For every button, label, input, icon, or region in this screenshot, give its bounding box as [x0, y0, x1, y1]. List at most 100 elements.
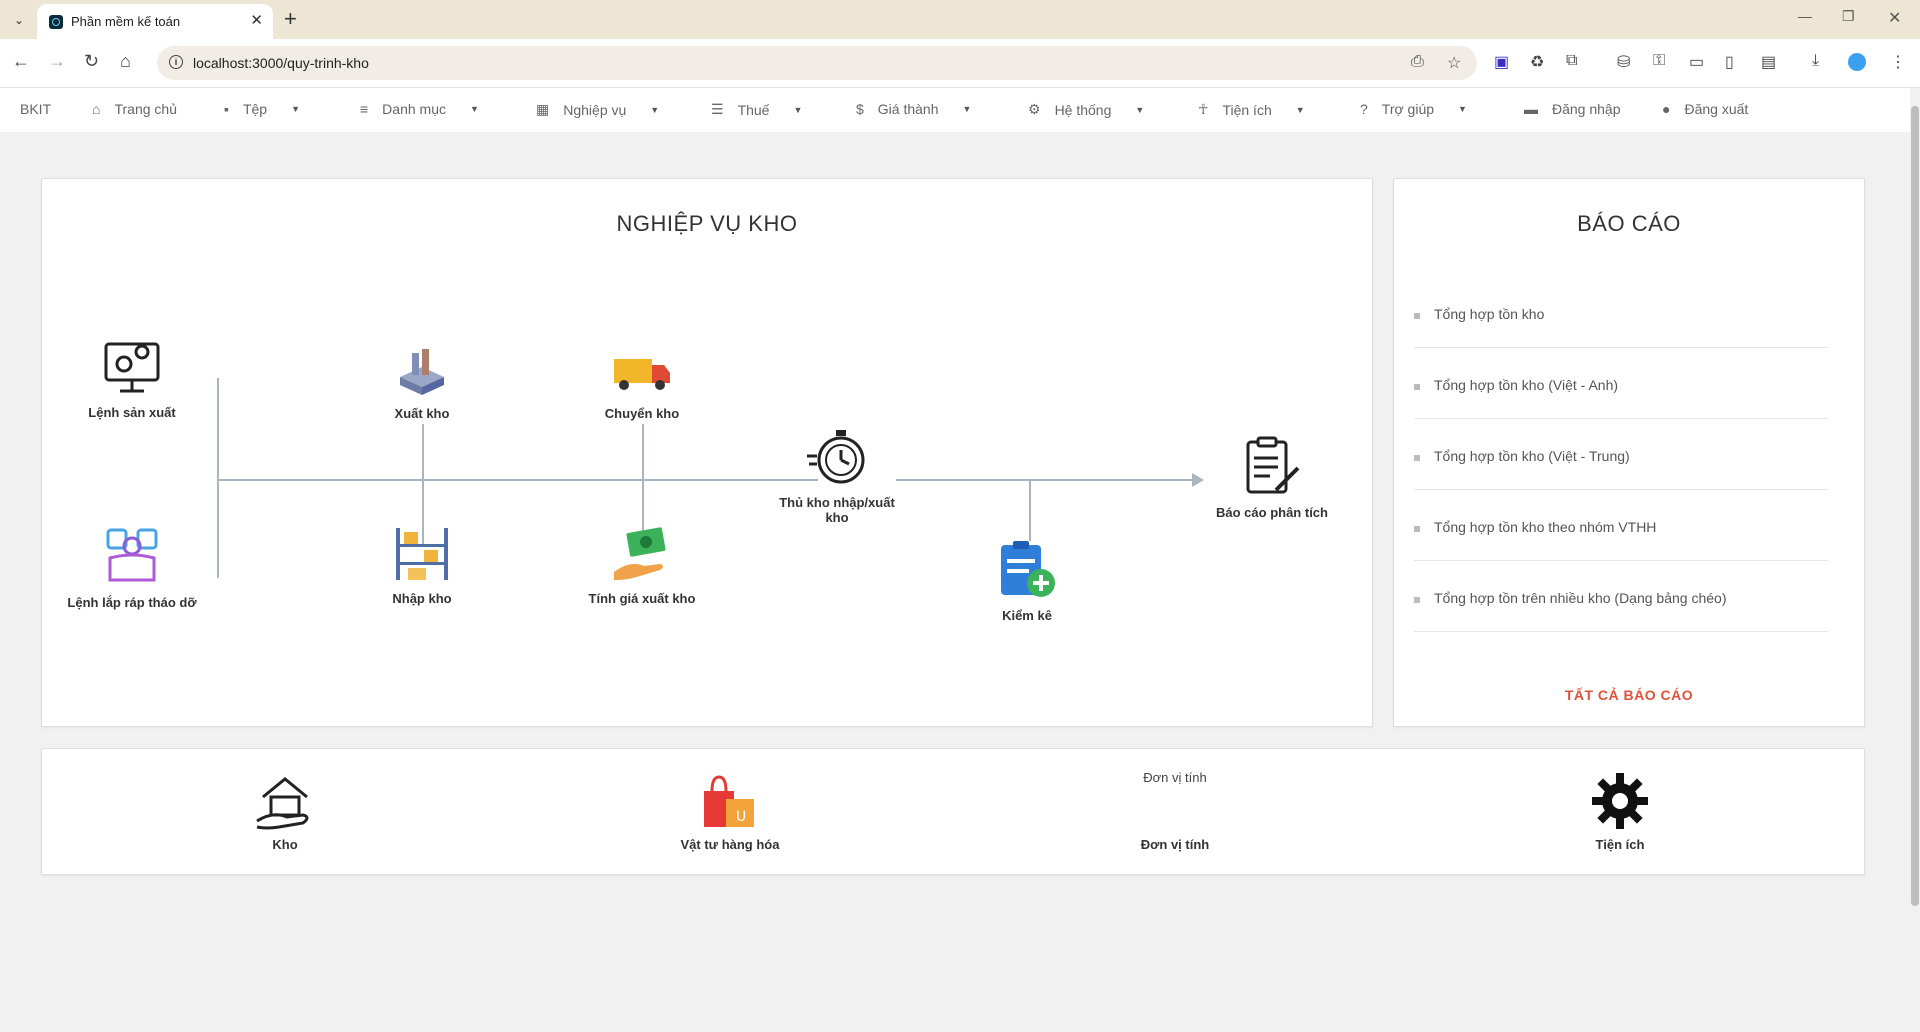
flow-line-check	[1029, 479, 1031, 541]
page-scrollbar[interactable]	[1910, 88, 1920, 1032]
tab-search-chevron-icon[interactable]: ⌄	[8, 9, 30, 31]
dollar-icon: $	[856, 101, 864, 117]
node-transfer[interactable]: Chuyển kho	[582, 347, 702, 421]
caret-down-icon: ▼	[1295, 104, 1305, 115]
gear-icon	[1592, 773, 1648, 829]
url-text: localhost:3000/quy-trinh-kho	[193, 55, 369, 71]
login-icon: ▬	[1524, 101, 1538, 117]
list-bullet-icon	[1414, 313, 1420, 319]
node-pricing[interactable]: Tính giá xuất kho	[572, 524, 712, 606]
quick-access-panel: Kho U Vật tư hàng hóa Đơn vị tính Đơn vị…	[41, 748, 1865, 875]
scrollbar-thumb[interactable]	[1911, 106, 1919, 906]
quick-item-vat-tu[interactable]: U Vật tư hàng hóa	[630, 749, 830, 869]
flow-line-right	[896, 479, 1196, 481]
main-content: NGHIỆP VỤ KHO Lệnh sản xuất Lệnh lắp ráp…	[20, 157, 1884, 1032]
nav-gia-thanh[interactable]: $ Giá thành ▼	[856, 101, 971, 117]
reports-panel: BÁO CÁO Tổng hợp tồn kho Tổng hợp tồn kh…	[1393, 178, 1865, 727]
walk-icon: ☥	[1198, 101, 1209, 117]
restore-icon[interactable]: ❐	[1842, 8, 1855, 25]
reading-mode-icon[interactable]: ▯	[1725, 52, 1734, 72]
node-analysis[interactable]: Báo cáo phân tích	[1212, 434, 1332, 520]
quick-item-kho[interactable]: Kho	[185, 749, 385, 869]
report-item[interactable]: Tổng hợp tồn kho	[1414, 289, 1828, 348]
workflow-title: NGHIỆP VỤ KHO	[616, 211, 798, 236]
all-reports-link[interactable]: TẤT CẢ BÁO CÁO	[1394, 687, 1864, 703]
node-export[interactable]: Xuất kho	[372, 347, 472, 421]
incognito-icon[interactable]: ⛁	[1617, 52, 1630, 72]
side-panel-icon[interactable]: ▤	[1761, 52, 1776, 72]
nav-dang-xuat[interactable]: ● Đăng xuất	[1662, 101, 1748, 117]
nav-he-thong[interactable]: ⚙ Hệ thống ▼	[1028, 101, 1144, 118]
report-item[interactable]: Tổng hợp tồn trên nhiều kho (Dạng bảng c…	[1414, 573, 1828, 632]
warehouse-export-icon	[400, 349, 444, 395]
window-close-icon[interactable]: ✕	[1888, 8, 1901, 28]
report-item[interactable]: Tổng hợp tồn kho (Việt - Trung)	[1414, 431, 1828, 490]
caret-down-icon: ▼	[1458, 104, 1467, 114]
nav-trang-chu[interactable]: ⌂ Trang chủ	[92, 101, 177, 117]
extensions-puzzle-icon[interactable]: ⧉	[1566, 52, 1577, 70]
extension-badge-icon[interactable]: ▣	[1494, 52, 1509, 72]
node-label: Lệnh lắp ráp tháo dỡ	[67, 595, 197, 610]
shopping-bag-icon: U	[704, 775, 754, 827]
flow-line-left-vertical	[217, 378, 219, 578]
nav-label: Thuế	[737, 101, 770, 118]
report-label: Tổng hợp tồn kho (Việt - Trung)	[1434, 448, 1630, 464]
password-key-icon[interactable]: ⚿	[1653, 52, 1665, 70]
report-edit-icon	[1246, 436, 1300, 494]
nav-label: Đăng xuất	[1684, 101, 1749, 117]
quick-item-don-vi-tinh[interactable]: Đơn vị tính Đơn vị tính	[1075, 749, 1275, 869]
report-item[interactable]: Tổng hợp tồn kho (Việt - Anh)	[1414, 360, 1828, 419]
ledger-icon: ▦	[536, 101, 550, 117]
caret-down-icon: ▼	[1135, 104, 1145, 115]
node-inventory-check[interactable]: Kiểm kê	[977, 537, 1077, 623]
nav-label: Tiện ích	[1222, 101, 1272, 118]
report-label: Tổng hợp tồn kho (Việt - Anh)	[1434, 377, 1619, 393]
nav-nghiep-vu[interactable]: ▦ Nghiệp vụ ▼	[536, 101, 659, 118]
nav-danh-muc[interactable]: ≡ Danh mục ▼	[360, 101, 479, 117]
address-bar[interactable]: i localhost:3000/quy-trinh-kho ⎙ ☆	[157, 46, 1477, 80]
app-navbar: BKIT ⌂ Trang chủ ▪ Tệp ▼ ≡ Danh mục ▼ ▦ …	[0, 88, 1910, 132]
minimize-icon[interactable]: —	[1798, 8, 1812, 24]
nav-label: Nghiệp vụ	[563, 101, 627, 118]
svg-text:U: U	[736, 809, 746, 825]
caret-down-icon: ▼	[650, 104, 660, 115]
node-keeper[interactable]: Thủ kho nhập/xuất kho	[772, 424, 902, 525]
new-tab-plus-icon[interactable]: +	[284, 6, 297, 32]
broken-image-icon: Đơn vị tính	[1143, 770, 1207, 785]
back-icon[interactable]: ←	[12, 51, 30, 72]
site-info-icon[interactable]: i	[169, 55, 183, 69]
list-icon: ≡	[360, 101, 369, 117]
profile-avatar[interactable]	[1848, 53, 1866, 71]
warehouse-hand-icon	[256, 777, 309, 830]
node-label: Xuất kho	[394, 406, 450, 421]
reload-icon[interactable]: ↻	[84, 51, 99, 72]
browser-menu-icon[interactable]: ⋮	[1890, 52, 1906, 72]
payment-card-icon[interactable]: ▭	[1689, 52, 1704, 72]
quick-label: Đơn vị tính	[1140, 837, 1210, 852]
node-assembly-order[interactable]: Lệnh lắp ráp tháo dỡ	[67, 524, 197, 610]
nav-tep[interactable]: ▪ Tệp ▼	[224, 101, 300, 117]
gear-icon: ⚙	[1028, 101, 1041, 117]
install-app-icon[interactable]: ⎙	[1411, 53, 1424, 71]
quick-item-tien-ich[interactable]: Tiện ích	[1520, 749, 1720, 869]
report-item[interactable]: Tổng hợp tồn kho theo nhóm VTHH	[1414, 502, 1828, 561]
brand-logo[interactable]: BKIT	[20, 101, 51, 117]
download-icon[interactable]: ⤓	[1812, 52, 1819, 70]
nav-label: Danh mục	[382, 101, 446, 117]
node-import[interactable]: Nhập kho	[372, 524, 472, 606]
home-browser-icon[interactable]: ⌂	[120, 51, 131, 72]
bookmark-star-icon[interactable]: ☆	[1447, 53, 1461, 73]
nav-thue[interactable]: ☰ Thuế ▼	[711, 101, 802, 118]
nav-tien-ich[interactable]: ☥ Tiện ích ▼	[1198, 101, 1305, 118]
stopwatch-icon	[807, 430, 865, 484]
node-production-order[interactable]: Lệnh sản xuất	[67, 334, 197, 420]
browser-tab[interactable]: Phần mềm kế toán ✕	[37, 4, 273, 39]
nav-dang-nhap[interactable]: ▬ Đăng nhập	[1524, 101, 1621, 117]
quick-label: Vật tư hàng hóa	[680, 837, 780, 852]
forward-icon[interactable]: →	[48, 51, 66, 72]
home-icon: ⌂	[92, 101, 101, 117]
workflow-panel: NGHIỆP VỤ KHO Lệnh sản xuất Lệnh lắp ráp…	[41, 178, 1373, 727]
nav-tro-giup[interactable]: ? Trợ giúp ▼	[1360, 101, 1467, 117]
recycle-icon[interactable]: ♻	[1530, 52, 1544, 72]
tab-close-icon[interactable]: ✕	[250, 11, 263, 29]
